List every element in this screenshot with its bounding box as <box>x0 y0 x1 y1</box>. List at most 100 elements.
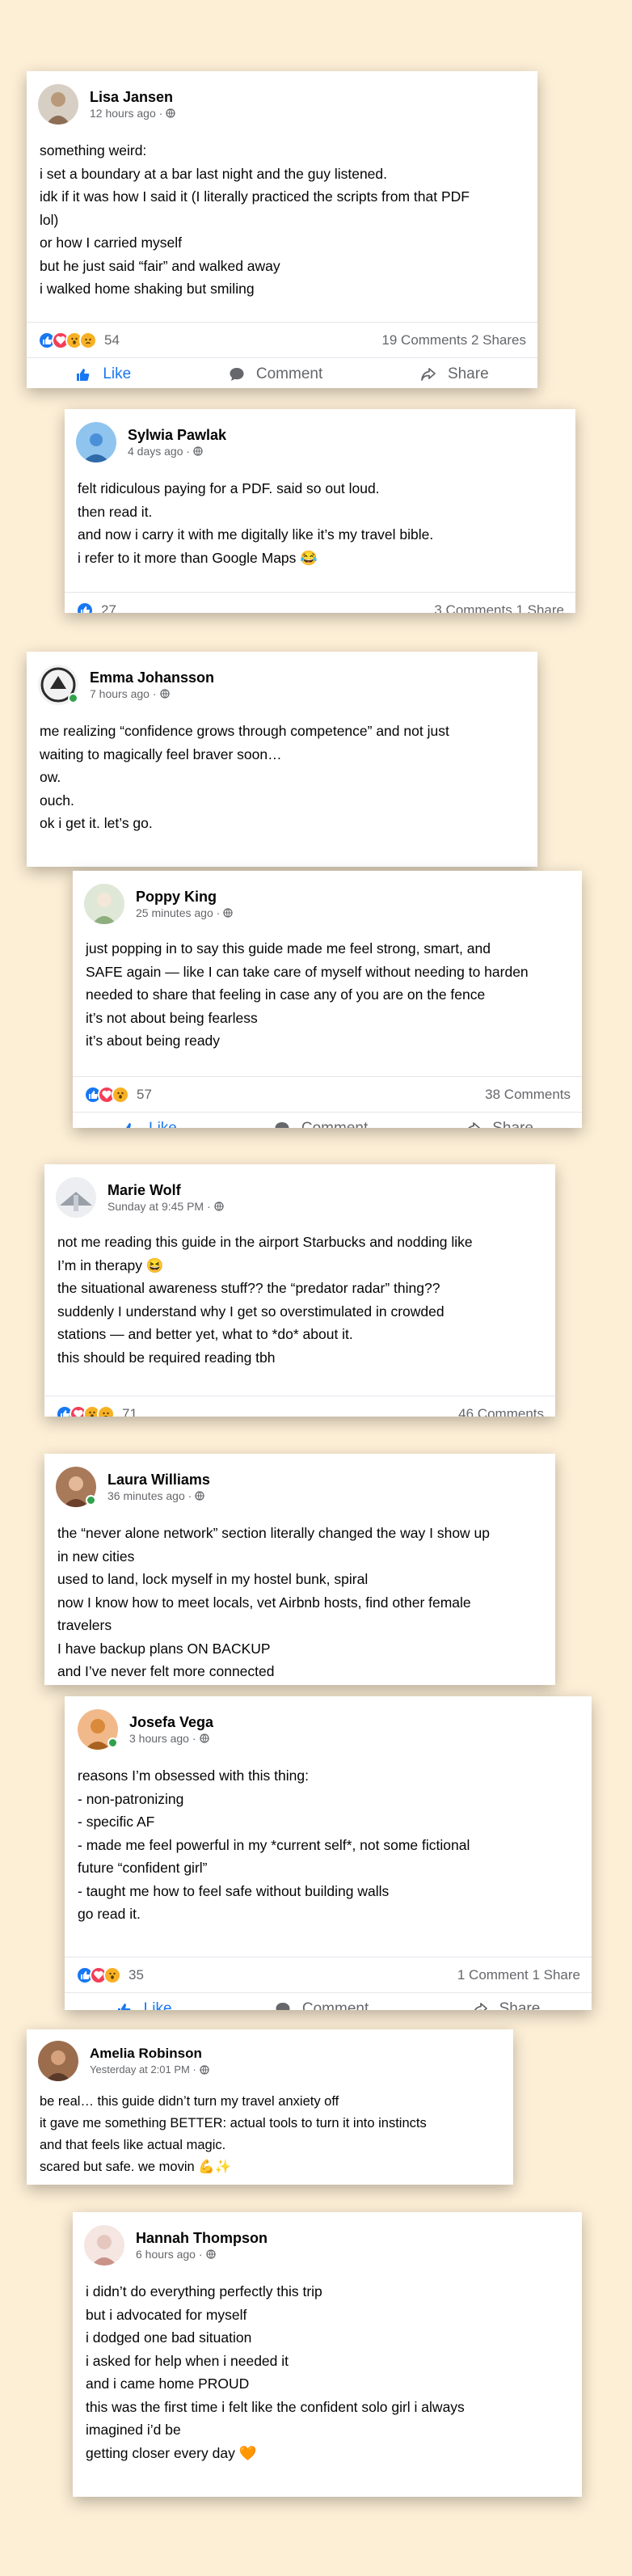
share-label: Share <box>447 365 489 382</box>
sad-reaction-icon[interactable] <box>79 331 97 349</box>
post-line: getting closer every day 🧡 <box>86 2444 257 2461</box>
post-text: be real… this guide didn’t turn my trave… <box>27 2081 513 2178</box>
comment-share-count[interactable]: 46 Comments <box>458 1406 544 1417</box>
reaction-count[interactable]: 35 <box>129 1967 144 1983</box>
author-name[interactable]: Laura Williams <box>107 1471 210 1489</box>
comment-share-count[interactable]: 3 Comments 1 Share <box>434 602 564 614</box>
author-name[interactable]: Amelia Robinson <box>90 2045 209 2063</box>
post-time[interactable]: 36 minutes ago · <box>107 1489 192 1503</box>
post-line: idk if it was how I said it (I literally… <box>40 188 470 205</box>
post-line: it gave me something BETTER: actual tool… <box>40 2116 427 2130</box>
post-line: SAFE again — like I can take care of mys… <box>86 963 529 980</box>
post-line: be real… this guide didn’t turn my trave… <box>40 2094 339 2109</box>
comment-button[interactable]: Comment <box>275 2000 369 2011</box>
share-label: Share <box>499 2000 541 2011</box>
post-header: Lisa Jansen 12 hours ago · <box>27 71 537 125</box>
post-header: Sylwia Pawlak 4 days ago · <box>65 409 575 462</box>
post-line: i refer to it more than Google Maps 😂 <box>78 549 318 566</box>
post-line: the “never alone network” section litera… <box>57 1525 491 1541</box>
post-time[interactable]: Yesterday at 2:01 PM · <box>90 2063 196 2077</box>
avatar[interactable] <box>56 1177 96 1218</box>
post-line: - non-patronizing <box>78 1790 184 1807</box>
post-line: ok i get it. let’s go. <box>40 815 153 831</box>
post-card: Laura Williams 36 minutes ago · the “nev… <box>44 1454 555 1685</box>
post-line: travelers <box>57 1617 112 1633</box>
share-button[interactable]: Share <box>465 1120 533 1128</box>
avatar[interactable] <box>84 2225 124 2266</box>
comment-button[interactable]: Comment <box>274 1120 368 1128</box>
avatar[interactable] <box>84 884 124 924</box>
post-line: the situational awareness stuff?? the “p… <box>57 1280 440 1296</box>
author-name[interactable]: Emma Johansson <box>90 669 214 686</box>
globe-icon <box>195 1491 204 1501</box>
like-reaction-icon[interactable] <box>76 601 94 613</box>
globe-icon <box>199 1734 209 1743</box>
post-time[interactable]: 4 days ago · <box>128 444 190 458</box>
avatar[interactable] <box>76 422 116 462</box>
post-card: Josefa Vega 3 hours ago · reasons I’m ob… <box>65 1696 592 2010</box>
post-card: Hannah Thompson 6 hours ago · i didn’t d… <box>73 2212 582 2497</box>
post-time[interactable]: 3 hours ago · <box>129 1731 196 1746</box>
reaction-count[interactable]: 57 <box>137 1087 152 1103</box>
post-line: this should be required reading tbh <box>57 1349 276 1366</box>
comment-icon <box>230 367 244 381</box>
author-name[interactable]: Josefa Vega <box>129 1713 213 1731</box>
action-bar: Like Comment Share <box>27 357 537 388</box>
post-text: i didn’t do everything perfectly this tr… <box>73 2266 582 2464</box>
reaction-bar: 27 3 Comments 1 Share <box>65 592 575 613</box>
share-icon <box>474 2002 487 2010</box>
post-time[interactable]: 25 minutes ago · <box>136 906 220 920</box>
post-line: me realizing “confidence grows through c… <box>40 723 449 739</box>
avatar[interactable] <box>38 84 78 125</box>
wow-reaction-icon[interactable] <box>112 1085 129 1104</box>
post-card: Amelia Robinson Yesterday at 2:01 PM · b… <box>27 2029 513 2185</box>
share-icon <box>468 1121 481 1128</box>
post-line: needed to share that feeling in case any… <box>86 986 486 1003</box>
post-text: me realizing “confidence grows through c… <box>27 705 537 835</box>
post-line: i set a boundary at a bar last night and… <box>40 165 388 182</box>
online-status-icon <box>86 1495 96 1505</box>
author-name[interactable]: Hannah Thompson <box>136 2229 268 2247</box>
post-header: Marie Wolf Sunday at 9:45 PM · <box>44 1164 555 1218</box>
like-button[interactable]: Like <box>121 1119 177 1129</box>
comment-share-count[interactable]: 1 Comment 1 Share <box>457 1967 580 1983</box>
avatar[interactable] <box>38 2041 78 2081</box>
post-line: I have backup plans ON BACKUP <box>57 1640 271 1657</box>
author-name[interactable]: Marie Wolf <box>107 1181 224 1199</box>
post-card: Lisa Jansen 12 hours ago · something wei… <box>27 71 537 388</box>
wow-reaction-icon[interactable] <box>103 1966 121 1984</box>
globe-icon <box>205 2249 216 2259</box>
post-line: but i advocated for myself <box>86 2306 247 2323</box>
post-card: Poppy King 25 minutes ago · just popping… <box>73 871 582 1128</box>
like-button[interactable]: Like <box>116 2000 172 2010</box>
post-header: Josefa Vega 3 hours ago · <box>65 1696 592 1750</box>
author-name[interactable]: Lisa Jansen <box>90 88 175 106</box>
post-time[interactable]: Sunday at 9:45 PM · <box>107 1199 211 1214</box>
share-button[interactable]: Share <box>420 365 489 383</box>
comment-button[interactable]: Comment <box>229 365 322 383</box>
post-header: Laura Williams 36 minutes ago · <box>44 1454 555 1507</box>
comment-label: Comment <box>301 2000 369 2011</box>
author-name[interactable]: Sylwia Pawlak <box>128 426 226 444</box>
post-time[interactable]: 12 hours ago · <box>90 106 162 120</box>
post-line: not me reading this guide in the airport… <box>57 1234 473 1250</box>
like-label: Like <box>149 1119 177 1129</box>
like-button[interactable]: Like <box>75 365 131 383</box>
comment-share-count[interactable]: 38 Comments <box>485 1087 571 1103</box>
post-line: go read it. <box>78 1906 141 1922</box>
reaction-count[interactable]: 71 <box>122 1406 137 1417</box>
reaction-bar: 54 19 Comments 2 Shares <box>27 322 537 357</box>
globe-icon <box>213 1201 224 1211</box>
author-name[interactable]: Poppy King <box>136 888 233 906</box>
post-header: Poppy King 25 minutes ago · <box>73 871 582 924</box>
post-time[interactable]: 6 hours ago · <box>136 2247 203 2261</box>
post-line: - specific AF <box>78 1814 155 1830</box>
post-time[interactable]: 7 hours ago · <box>90 686 157 701</box>
share-button[interactable]: Share <box>472 2000 541 2011</box>
reaction-count[interactable]: 54 <box>104 332 120 348</box>
comment-share-count[interactable]: 19 Comments 2 Shares <box>381 332 526 348</box>
post-line: this was the first time i felt like the … <box>86 2398 465 2415</box>
post-line: it’s not about being fearless <box>86 1009 258 1026</box>
reaction-count[interactable]: 27 <box>101 602 116 614</box>
sad-reaction-icon[interactable] <box>97 1404 115 1417</box>
